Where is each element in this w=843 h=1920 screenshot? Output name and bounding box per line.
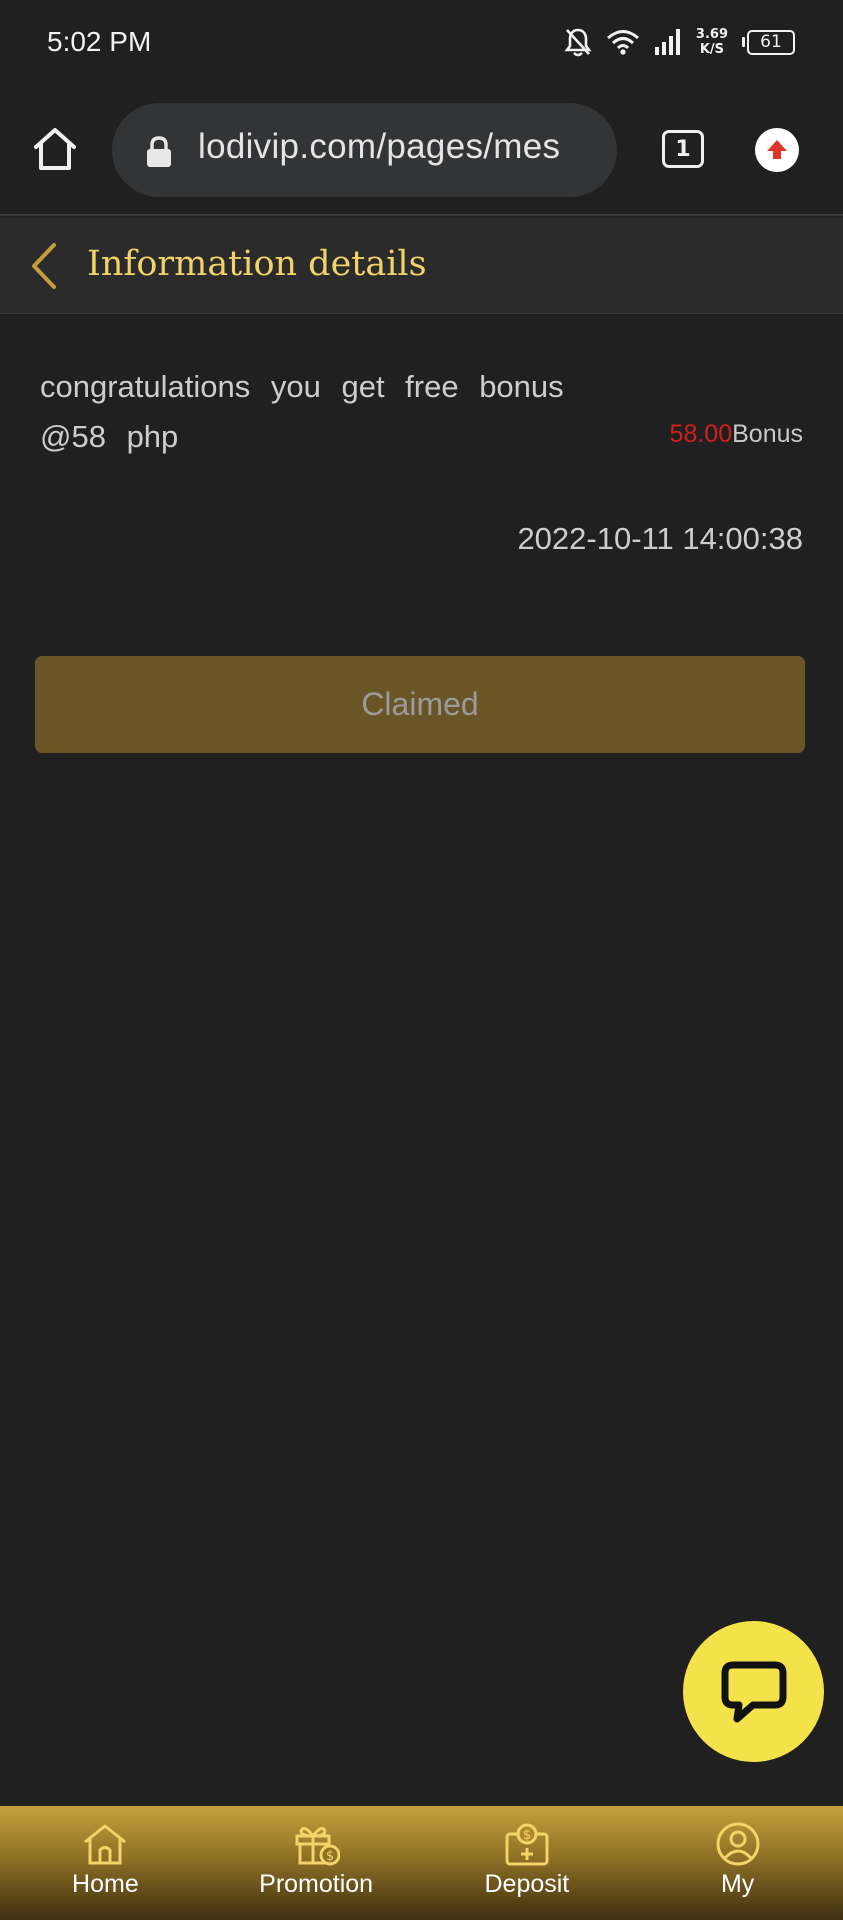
network-speed-value: 3.69 xyxy=(695,27,728,42)
home-icon xyxy=(34,128,76,170)
signal-icon xyxy=(654,28,682,56)
back-button[interactable] xyxy=(28,242,62,290)
url-text: lodivip.com/pages/mes xyxy=(198,127,561,166)
wifi-icon xyxy=(606,28,640,56)
bonus-amount: 58.00 xyxy=(669,420,733,448)
battery-icon: 61 xyxy=(742,29,795,55)
bonus-label: Bonus xyxy=(732,420,803,448)
home-icon xyxy=(84,1824,127,1865)
bonus-amount-row: 58.00Bonus xyxy=(670,420,803,449)
page-title: Information details xyxy=(87,244,427,284)
browser-toolbar: lodivip.com/pages/mes 1 xyxy=(0,86,843,216)
status-bar: 5:02 PM 3.69 K/S 61 xyxy=(0,0,843,86)
status-icons: 3.69 K/S 61 xyxy=(564,22,795,62)
nav-promotion[interactable]: $ Promotion xyxy=(211,1806,422,1920)
nav-deposit[interactable]: $ Deposit xyxy=(422,1806,633,1920)
user-icon xyxy=(716,1822,760,1866)
arrow-up-icon xyxy=(767,140,787,159)
nav-my-label: My xyxy=(720,1870,755,1898)
deposit-icon: $ xyxy=(505,1823,549,1866)
address-bar[interactable]: lodivip.com/pages/mes xyxy=(112,103,617,197)
notifications-muted-icon xyxy=(564,27,592,57)
svg-text:$: $ xyxy=(326,1849,334,1864)
svg-text:$: $ xyxy=(523,1828,531,1843)
tab-switcher-button[interactable]: 1 xyxy=(662,130,704,168)
claimed-button[interactable]: Claimed xyxy=(35,656,805,753)
nav-home[interactable]: Home xyxy=(0,1806,211,1920)
message-text: congratulations you get free bonus @58 p… xyxy=(40,369,564,454)
browser-home-button[interactable] xyxy=(31,125,79,173)
page-header: Information details xyxy=(0,218,843,314)
chevron-left-icon xyxy=(32,243,56,289)
nav-my[interactable]: My xyxy=(632,1806,843,1920)
message-timestamp: 2022-10-11 14:00:38 xyxy=(517,521,803,556)
nav-promotion-label: Promotion xyxy=(259,1870,374,1898)
browser-update-button[interactable] xyxy=(755,128,799,172)
network-speed: 3.69 K/S xyxy=(696,27,728,57)
nav-deposit-label: Deposit xyxy=(484,1870,570,1898)
battery-level: 61 xyxy=(747,29,795,55)
lock-icon xyxy=(145,136,173,173)
network-speed-unit: K/S xyxy=(699,42,725,57)
status-time: 5:02 PM xyxy=(47,26,152,57)
gift-icon: $ xyxy=(295,1826,341,1866)
live-chat-button[interactable] xyxy=(683,1621,824,1762)
nav-home-label: Home xyxy=(72,1870,139,1898)
chat-bubble-icon xyxy=(721,1661,786,1722)
bottom-nav: Home $ Promotion $ Deposit My xyxy=(0,1806,843,1920)
